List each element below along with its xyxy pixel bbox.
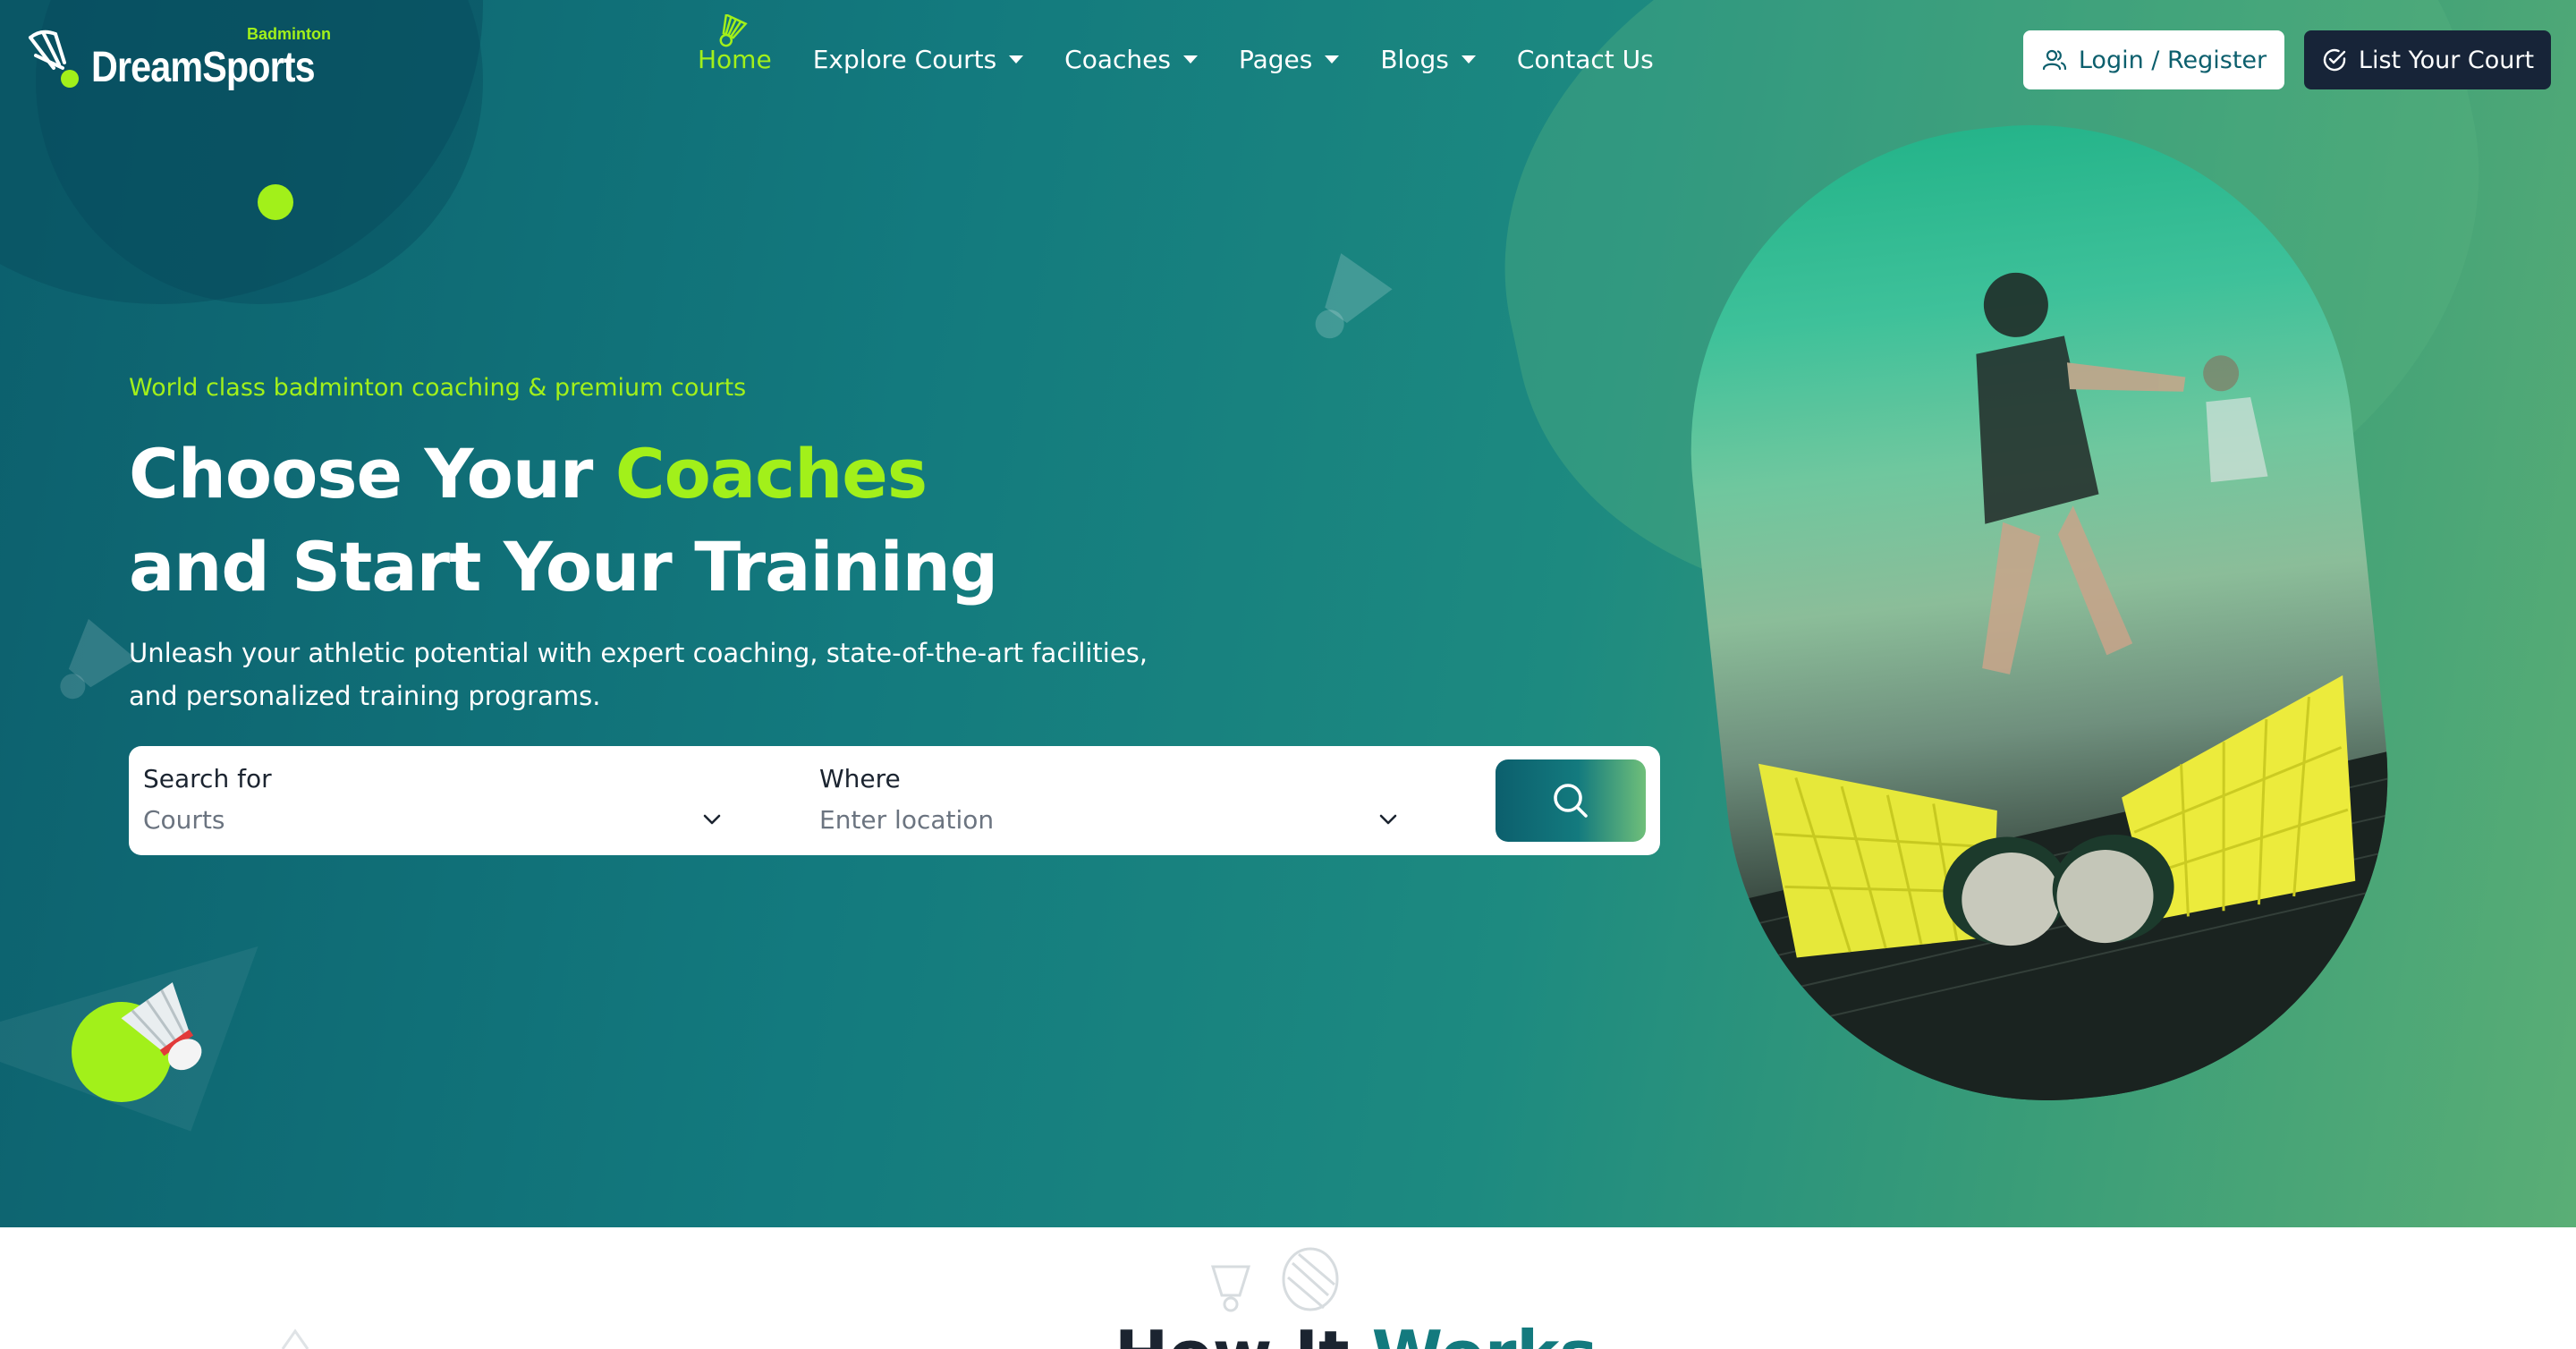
nav-blogs-label: Blogs	[1380, 44, 1449, 74]
hero-headline: Choose Your Coaches and Start Your Train…	[129, 428, 998, 614]
headline-part: and Start Your Training	[129, 527, 998, 607]
nav-blogs[interactable]: Blogs	[1380, 44, 1476, 74]
nav-explore-courts-label: Explore Courts	[812, 44, 997, 74]
racket-icon	[1282, 1247, 1339, 1311]
search-for-label: Search for	[143, 764, 272, 793]
search-icon	[1554, 784, 1588, 818]
brand-logo[interactable]: Badminton DreamSports	[23, 25, 345, 97]
hero-subtitle: Unleash your athletic potential with exp…	[129, 638, 1148, 711]
nav-coaches[interactable]: Coaches	[1064, 45, 1198, 74]
chevron-down-icon	[703, 814, 721, 825]
hero-eyebrow: World class badminton coaching & premium…	[129, 374, 747, 402]
hero-image	[1659, 93, 2460, 1133]
nav-contact-us[interactable]: Contact Us	[1517, 45, 1654, 74]
decor-dot	[258, 184, 293, 220]
chevron-down-icon	[1379, 814, 1397, 825]
shuttlecock-icon	[719, 13, 748, 47]
nav-contact-us-label: Contact Us	[1516, 44, 1654, 74]
nav-pages-label: Pages	[1238, 44, 1313, 74]
shuttlecock-icon	[121, 982, 202, 1071]
caret-down-icon	[1182, 55, 1198, 64]
caret-down-icon	[1461, 55, 1476, 64]
nav-pages[interactable]: Pages	[1238, 44, 1340, 74]
how-it-works-title: How It Works	[1114, 1317, 1597, 1349]
where-location-select[interactable]: Where Enter location	[805, 746, 1401, 855]
main-nav: Home Explore Courts Coaches Pages Blogs …	[698, 13, 1695, 86]
where-label: Where	[819, 764, 901, 793]
headline-highlight: Coaches	[614, 434, 928, 513]
check-circle-icon	[2323, 48, 2346, 72]
badminton-photo	[1659, 93, 2419, 1133]
shuttlecock-icon	[60, 618, 137, 700]
how-title-highlight: Works	[1372, 1317, 1598, 1349]
nav-explore-courts[interactable]: Explore Courts	[812, 44, 1024, 74]
headline-part: Choose Your	[129, 434, 615, 513]
list-your-court-button[interactable]: List Your Court	[2304, 30, 2551, 89]
users-icon	[2042, 49, 2066, 71]
shuttlecock-icon	[1315, 253, 1393, 339]
search-for-select[interactable]: Search for Courts	[129, 746, 724, 855]
caret-down-icon	[1325, 55, 1340, 64]
caret-down-icon	[1009, 55, 1024, 64]
list-your-court-label: List Your Court	[2358, 46, 2535, 74]
search-for-value: Courts	[143, 805, 225, 835]
nav-home[interactable]: Home	[698, 13, 772, 74]
login-register-label: Login / Register	[2078, 46, 2267, 74]
nav-coaches-label: Coaches	[1064, 44, 1171, 74]
search-button[interactable]	[1496, 759, 1646, 842]
badminton-scene-image	[1736, 272, 2419, 1133]
login-register-button[interactable]: Login / Register	[2023, 30, 2284, 89]
search-bar: Search for Courts Where Enter location	[129, 746, 1660, 855]
how-title-part: How It	[1114, 1317, 1372, 1349]
shuttlecock-logo-icon	[29, 30, 79, 88]
shuttlecock-icon	[1210, 1265, 1251, 1312]
hero-section: Badminton DreamSports Home Explore Court…	[0, 0, 2576, 1227]
location-placeholder: Enter location	[819, 805, 995, 835]
logo-subtitle: Badminton	[247, 25, 331, 43]
how-it-works-section: How It Works	[0, 1227, 2576, 1349]
shuttlecock-icon	[281, 1328, 309, 1349]
logo-text: DreamSports	[91, 44, 316, 91]
